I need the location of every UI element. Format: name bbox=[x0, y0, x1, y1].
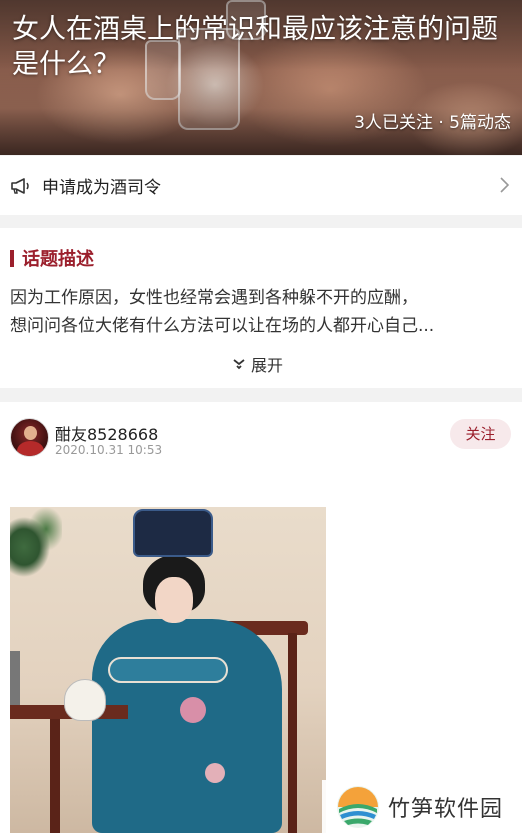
headdress bbox=[133, 509, 213, 557]
apply-commander-label: 申请成为酒司令 bbox=[42, 178, 161, 198]
post-username[interactable]: 酣友8528668 bbox=[55, 421, 158, 445]
description-body: 因为工作原因，女性也经常会遇到各种躲不开的应酬， 想问问各位大佬有什么方法可以让… bbox=[10, 284, 512, 340]
avatar[interactable] bbox=[10, 418, 49, 457]
chevron-right-icon bbox=[500, 177, 510, 193]
robe-sleeve-trim bbox=[108, 657, 228, 683]
expand-label: 展开 bbox=[251, 356, 284, 375]
topic-stats: 3人已关注 · 5篇动态 bbox=[354, 113, 511, 133]
embroidery-flower bbox=[205, 763, 225, 783]
heading-accent-bar bbox=[10, 249, 14, 267]
face bbox=[155, 577, 193, 623]
description-line: 因为工作原因，女性也经常会遇到各种躲不开的应酬， bbox=[10, 288, 418, 308]
topic-title: 女人在酒桌上的常识和最应该注意的问题是什么？ bbox=[12, 14, 498, 80]
watermark: 竹笋软件园 bbox=[322, 780, 522, 833]
porcelain-jar bbox=[64, 679, 106, 721]
chair-post bbox=[288, 633, 297, 833]
chevron-down-icon bbox=[233, 359, 245, 370]
post-timestamp: 2020.10.31 10:53 bbox=[55, 443, 163, 457]
description-heading: 话题描述 bbox=[10, 245, 94, 271]
description-heading-text: 话题描述 bbox=[22, 249, 94, 270]
avatar-face bbox=[24, 426, 37, 440]
table-leg bbox=[50, 719, 60, 833]
feed-post: 酣友8528668 2020.10.31 10:53 关注 bbox=[0, 402, 522, 833]
follow-button[interactable]: 关注 bbox=[450, 419, 511, 449]
topic-description-card: 话题描述 因为工作原因，女性也经常会遇到各种躲不开的应酬， 想问问各位大佬有什么… bbox=[0, 228, 522, 388]
topic-hero-banner: 女人在酒桌上的常识和最应该注意的问题是什么？ 3人已关注 · 5篇动态 bbox=[0, 0, 522, 155]
expand-button[interactable]: 展开 bbox=[232, 352, 283, 376]
lamp-decoration bbox=[10, 651, 20, 707]
apply-commander-row[interactable]: 申请成为酒司令 bbox=[0, 156, 522, 215]
watermark-text: 竹笋软件园 bbox=[388, 796, 504, 822]
robe bbox=[92, 619, 282, 833]
megaphone-icon bbox=[11, 177, 29, 194]
description-line: 想问问各位大佬有什么方法可以让在场的人都开心自己... bbox=[10, 316, 435, 336]
post-image[interactable] bbox=[10, 507, 326, 833]
pine-branch-decoration bbox=[10, 507, 62, 603]
avatar-body bbox=[17, 441, 44, 456]
embroidery-flower bbox=[180, 697, 206, 723]
bamboo-logo-icon bbox=[337, 785, 379, 828]
